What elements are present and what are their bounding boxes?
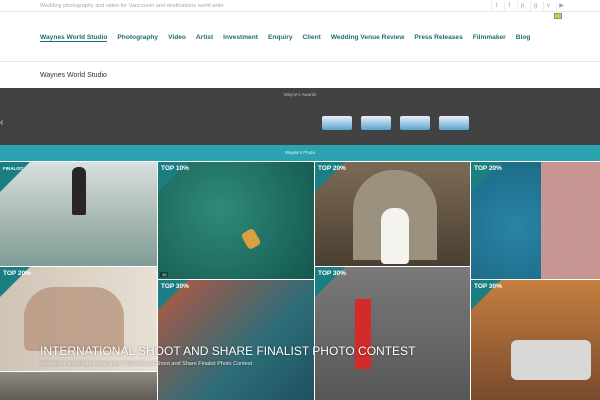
main-nav: Waynes World Studio Photography Video Ar… — [0, 12, 600, 62]
nav-item-home[interactable]: Waynes World Studio — [40, 34, 108, 42]
tile-label: TOP 20% — [474, 165, 502, 172]
tile-label: FINALIST — [3, 166, 24, 171]
nav-item-press[interactable]: Press Releases — [414, 34, 462, 42]
photo-tile-studio-logo[interactable]: TOP 30% — [315, 267, 470, 400]
award-badge — [400, 116, 430, 130]
nav-item-video[interactable]: Video — [168, 34, 186, 42]
pinterest-icon[interactable]: p — [517, 1, 527, 11]
nav-item-investment[interactable]: Investment — [223, 34, 258, 42]
nav-item-enquiry[interactable]: Enquiry — [268, 34, 293, 42]
slide-subcaption: Vancouver wedding photographer Internati… — [40, 361, 253, 367]
tile-label: TOP 10% — [161, 165, 189, 172]
like-count: 10 — [160, 272, 169, 277]
tile-label: TOP 30% — [161, 283, 189, 290]
awards-title: Wayne's Awards — [283, 92, 317, 97]
photo-tile-rocks[interactable]: TOP 30% — [158, 280, 314, 400]
photo-tile-couple-street[interactable]: TOP 30% — [471, 280, 600, 400]
nav-item-artist[interactable]: Artist — [196, 34, 213, 42]
twitter-icon[interactable]: t — [491, 1, 501, 11]
award-badges — [322, 116, 469, 130]
facebook-icon[interactable]: f — [504, 1, 514, 11]
slide-caption: INTERNATIONAL SHOOT AND SHARE FINALIST P… — [40, 344, 416, 358]
tile-label: TOP 20% — [318, 165, 346, 172]
gallery-title: Wayne's Photo — [285, 150, 315, 155]
nav-menu: Waynes World Studio Photography Video Ar… — [40, 34, 530, 42]
award-badge — [322, 116, 352, 130]
photo-tile-bottom[interactable] — [0, 372, 157, 400]
nav-item-client[interactable]: Client — [303, 34, 321, 42]
page-title: Waynes World Studio — [40, 72, 107, 79]
tile-label: TOP 20% — [3, 270, 31, 277]
nav-item-venue-review[interactable]: Wedding Venue Review — [331, 34, 405, 42]
photo-tile-jumping[interactable]: FINALIST — [0, 162, 157, 266]
award-badge — [439, 116, 469, 130]
photo-tile-aerial-coast[interactable]: TOP 20% — [471, 162, 600, 279]
youtube-icon[interactable]: ▶ — [556, 1, 566, 11]
vimeo-icon[interactable]: v — [543, 1, 553, 11]
google-plus-icon[interactable]: g — [530, 1, 540, 11]
social-icons: t f p g v ▶ — [491, 1, 566, 11]
photo-tile-wedding-car[interactable]: TOP 20% — [315, 162, 470, 266]
tile-label: TOP 30% — [474, 283, 502, 290]
nav-item-blog[interactable]: Blog — [516, 34, 531, 42]
chevron-left-icon[interactable]: ‹ — [0, 117, 3, 128]
tagline: Wedding photography and video for Vancou… — [40, 3, 224, 9]
tile-label: TOP 30% — [318, 270, 346, 277]
award-badge — [361, 116, 391, 130]
nav-item-filmmaker[interactable]: Filmmaker — [473, 34, 506, 42]
nav-item-photography[interactable]: Photography — [117, 34, 158, 42]
top-bar: Wedding photography and video for Vancou… — [0, 0, 600, 12]
photo-tile-boat[interactable]: TOP 10% 10 — [158, 162, 314, 279]
